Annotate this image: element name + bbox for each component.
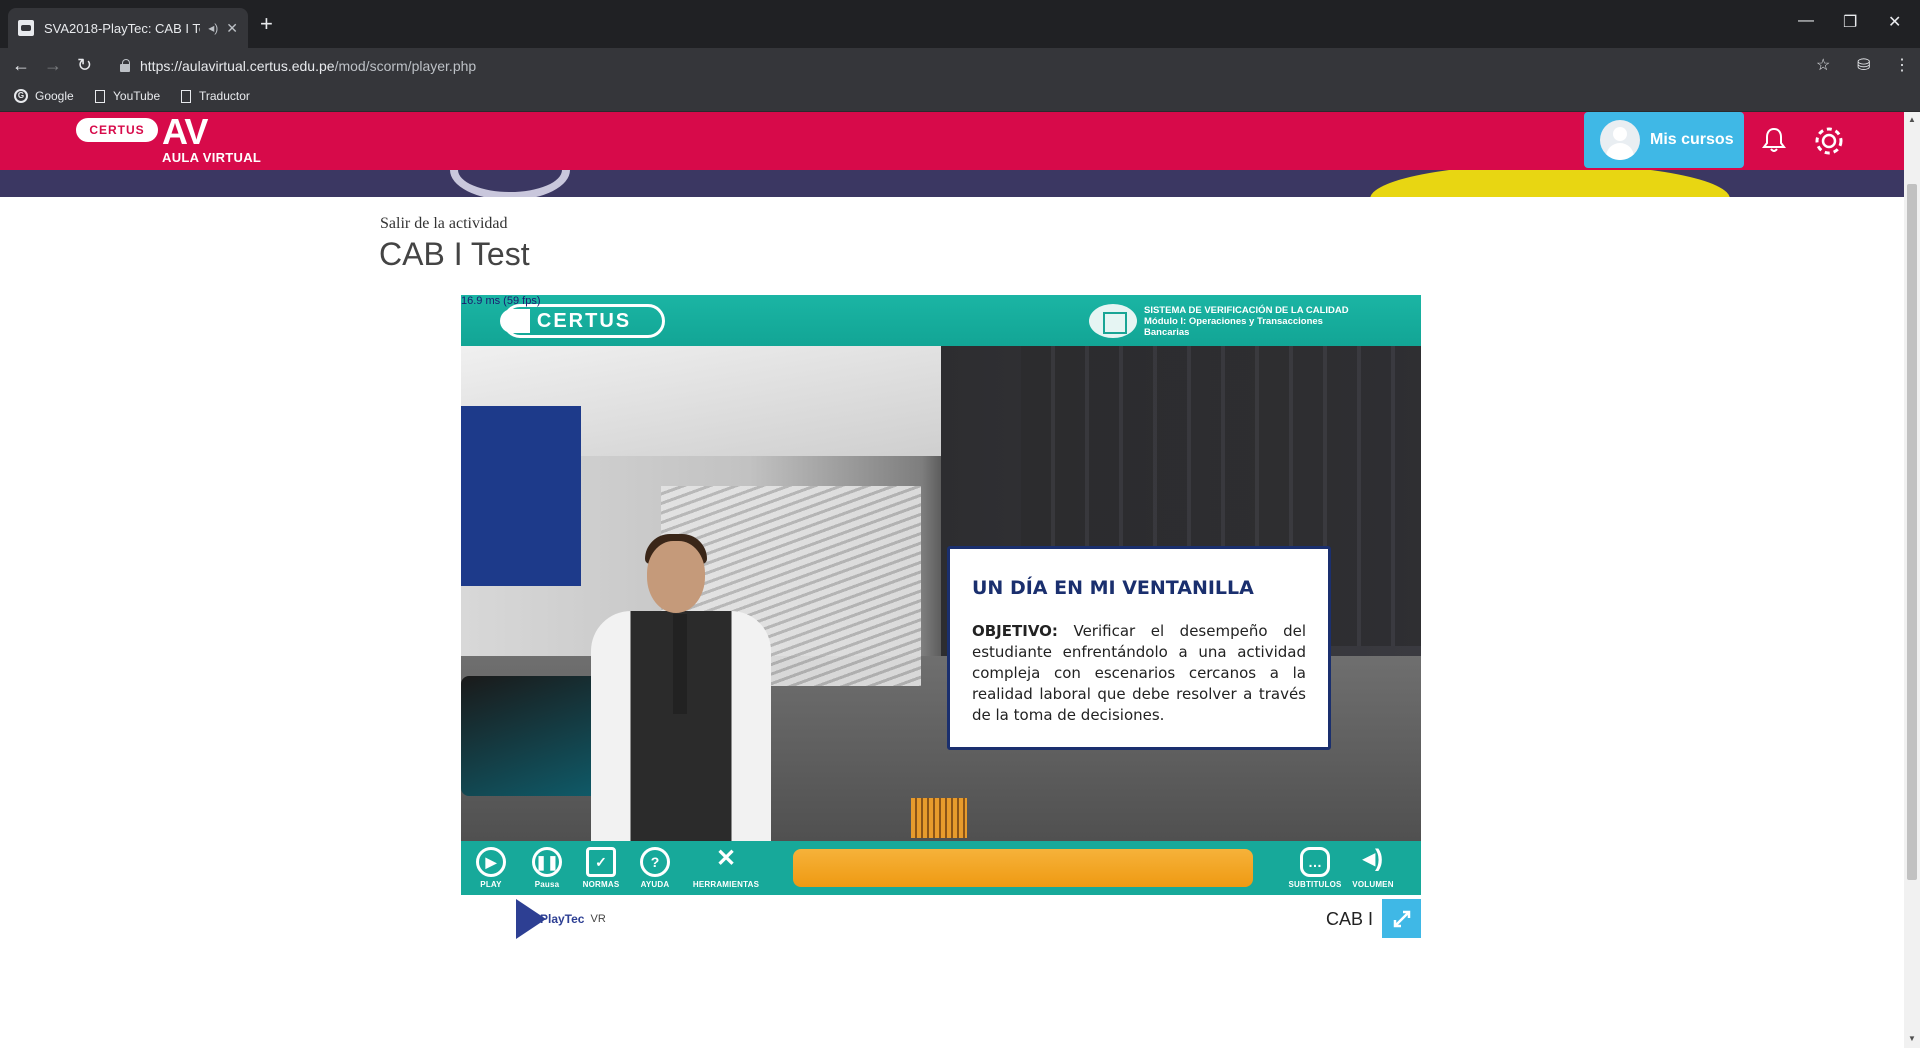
- google-icon: G: [14, 89, 28, 103]
- speech-bubble-icon: …: [1300, 847, 1330, 877]
- scorm-player[interactable]: CERTUS SISTEMA DE VERIFICACIÓN DE LA CAL…: [461, 295, 1421, 895]
- pause-button[interactable]: ❚❚ Pausa: [523, 845, 571, 893]
- gear-icon[interactable]: [1812, 124, 1846, 158]
- close-window-icon[interactable]: ✕: [1888, 12, 1901, 32]
- back-icon[interactable]: ←: [12, 55, 30, 76]
- page-icon: [181, 89, 191, 103]
- mis-cursos-button[interactable]: Mis cursos: [1584, 112, 1744, 168]
- extension-icon[interactable]: ⛁: [1857, 55, 1870, 75]
- page-title: CAB I Test: [379, 236, 530, 272]
- page-icon: [95, 89, 105, 103]
- barrier: [911, 798, 967, 838]
- speaker-icon[interactable]: ◂): [208, 21, 218, 35]
- bookmarks-bar: G Google YouTube Traductor: [0, 84, 1920, 112]
- progress-bar[interactable]: [793, 849, 1253, 887]
- player-controls: ▶ PLAY ❚❚ Pausa ✓ NORMAS ? AYUDA ✕ HERRA…: [461, 841, 1421, 895]
- url-field[interactable]: https://aulavirtual.certus.edu.pe /mod/s…: [120, 53, 476, 79]
- bookmark-label: Google: [35, 89, 74, 103]
- objective-dialog: UN DÍA EN MI VENTANILLA OBJETIVO: Verifi…: [947, 546, 1331, 750]
- rules-button[interactable]: ✓ NORMAS: [577, 845, 625, 893]
- site-header: CERTUS AV AULA VIRTUAL Mis cursos: [0, 112, 1904, 170]
- bookmark-traductor[interactable]: Traductor: [181, 89, 250, 103]
- tab-title: SVA2018-PlayTec: CAB I Test: [44, 20, 201, 36]
- reload-icon[interactable]: ↻: [77, 55, 92, 76]
- banner-graphic: [450, 170, 570, 197]
- browser-tab[interactable]: SVA2018-PlayTec: CAB I Test ◂) ✕: [8, 8, 248, 48]
- help-icon: ?: [640, 847, 670, 877]
- tools-icon: ✕: [715, 845, 737, 872]
- minimize-icon[interactable]: —: [1798, 12, 1814, 30]
- dialog-text: OBJETIVO: Verificar el desempeño del est…: [972, 622, 1306, 724]
- activity-label: CAB I: [1326, 909, 1374, 929]
- play-button[interactable]: ▶ PLAY: [467, 845, 515, 893]
- scrollbar-thumb[interactable]: [1907, 184, 1917, 880]
- dialog-title: UN DÍA EN MI VENTANILLA: [972, 577, 1254, 599]
- restore-icon[interactable]: ❐: [1843, 12, 1857, 32]
- url-path: /mod/scorm/player.php: [334, 58, 477, 74]
- character-head: [647, 541, 705, 613]
- chart-icon: [1089, 304, 1137, 338]
- pause-icon: ❚❚: [532, 847, 562, 877]
- fullscreen-button[interactable]: [1382, 899, 1421, 938]
- certus-logo[interactable]: CERTUS: [76, 118, 158, 142]
- new-tab-button[interactable]: +: [260, 12, 273, 36]
- browser-menu-icon[interactable]: ⋮: [1894, 55, 1910, 75]
- help-button[interactable]: ? AYUDA: [631, 845, 679, 893]
- play-icon: ▶: [476, 847, 506, 877]
- sva-title: SISTEMA DE VERIFICACIÓN DE LA CALIDAD Mó…: [1144, 305, 1349, 338]
- exit-activity-link[interactable]: Salir de la actividad: [380, 215, 508, 233]
- bookmark-star-icon[interactable]: ☆: [1816, 55, 1830, 75]
- favicon-icon: [18, 20, 34, 36]
- certus-player-logo: CERTUS: [500, 304, 665, 338]
- banner-mascot: [1370, 170, 1730, 197]
- fps-counter: 16.9 ms (59 fps): [461, 295, 541, 307]
- forward-icon[interactable]: →: [44, 55, 62, 76]
- browser-tab-strip: SVA2018-PlayTec: CAB I Test ◂) ✕ + — ❐ ✕: [0, 0, 1920, 48]
- url-host: https://aulavirtual.certus.edu.pe: [140, 58, 335, 74]
- mis-cursos-label: Mis cursos: [1650, 131, 1734, 148]
- bookmark-label: Traductor: [199, 89, 250, 103]
- speaker-icon: ◂): [1362, 845, 1384, 872]
- player-header: CERTUS SISTEMA DE VERIFICACIÓN DE LA CAL…: [461, 295, 1421, 346]
- scroll-up-icon[interactable]: ▲: [1908, 115, 1916, 124]
- course-banner: [0, 170, 1904, 197]
- playtec-logo: PlayTec VR: [516, 899, 606, 939]
- clipboard-icon: ✓: [586, 847, 616, 877]
- address-bar-row: ← → ↻ https://aulavirtual.certus.edu.pe …: [0, 48, 1920, 84]
- subtitles-button[interactable]: … SUBTITULOS: [1288, 845, 1341, 893]
- volume-button[interactable]: ◂) VOLUMEN: [1349, 845, 1397, 893]
- bookmark-youtube[interactable]: YouTube: [95, 89, 160, 103]
- bookmark-google[interactable]: G Google: [14, 89, 74, 103]
- lock-icon: [120, 59, 130, 72]
- 3d-scene[interactable]: UN DÍA EN MI VENTANILLA OBJETIVO: Verifi…: [461, 346, 1421, 841]
- aula-virtual-logo[interactable]: AV: [162, 114, 208, 150]
- expand-icon: [1393, 910, 1410, 927]
- aula-virtual-label: AULA VIRTUAL: [162, 150, 262, 165]
- tab-close-icon[interactable]: ✕: [226, 20, 238, 37]
- avatar-icon: [1600, 120, 1640, 160]
- bookmark-label: YouTube: [113, 89, 161, 103]
- tools-button[interactable]: ✕ HERRAMIENTAS: [691, 845, 761, 893]
- bell-icon[interactable]: [1760, 126, 1788, 154]
- scroll-down-icon[interactable]: ▼: [1908, 1034, 1916, 1043]
